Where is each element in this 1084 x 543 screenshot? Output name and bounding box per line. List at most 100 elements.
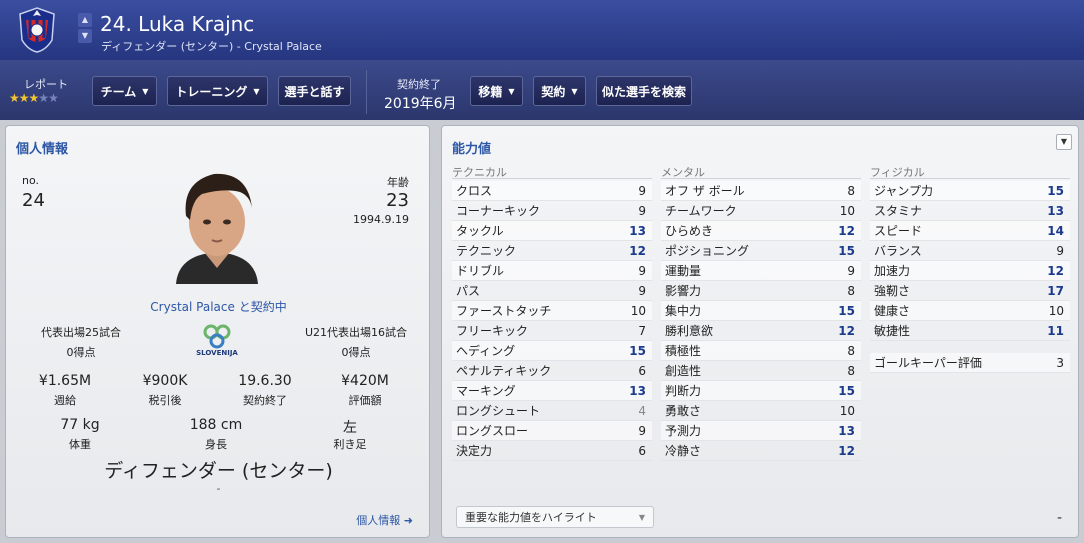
attribute-value: 8 <box>847 363 855 378</box>
technical-attribute-row[interactable]: フリーキック 7 <box>452 321 652 341</box>
physical-attribute-row[interactable]: スタミナ 13 <box>870 201 1070 221</box>
attribute-name: ロングスロー <box>456 424 529 438</box>
toolbar-divider <box>366 70 367 114</box>
technical-attribute-row[interactable]: ドリブル 9 <box>452 261 652 281</box>
chevron-down-icon: ▼ <box>638 512 645 522</box>
mental-attribute-row[interactable]: 運動量 9 <box>661 261 861 281</box>
number-label: no. <box>22 174 40 187</box>
attribute-name: 健康さ <box>874 304 911 318</box>
technical-attribute-row[interactable]: コーナーキック 9 <box>452 201 652 221</box>
technical-attribute-row[interactable]: テクニック 12 <box>452 241 652 261</box>
attribute-name: 運動量 <box>665 264 702 278</box>
mental-attribute-row[interactable]: オフ ザ ボール 8 <box>661 181 861 201</box>
attribute-name: ヘディング <box>456 344 516 358</box>
report-stars[interactable]: ★★★★★ <box>9 91 59 105</box>
transfer-menu-button[interactable]: 移籍 ▼ <box>470 76 523 106</box>
attribute-value: 12 <box>838 323 855 338</box>
previous-player-button[interactable]: ▲ <box>78 13 92 27</box>
weight-label: 体重 <box>69 438 91 451</box>
technical-attribute-row[interactable]: ロングシュート 4 <box>452 401 652 421</box>
mental-attribute-row[interactable]: ポジショニング 15 <box>661 241 861 261</box>
physical-heading: フィジカル <box>870 164 1070 179</box>
attribute-value: 15 <box>838 383 855 398</box>
country-name: SLOVENIJA <box>196 349 238 357</box>
mental-attribute-row[interactable]: 勝利意欲 12 <box>661 321 861 341</box>
technical-attribute-row[interactable]: タックル 13 <box>452 221 652 241</box>
attribute-value: 9 <box>847 263 855 278</box>
slovenia-badge-icon: SLOVENIJA <box>196 324 238 357</box>
contract-menu-label: 契約 <box>541 84 566 99</box>
next-player-button[interactable]: ▼ <box>78 29 92 43</box>
technical-attribute-row[interactable]: ヘディング 15 <box>452 341 652 361</box>
mental-attribute-row[interactable]: 判断力 15 <box>661 381 861 401</box>
technical-column: テクニカル クロス 9 コーナーキック 9 タックル 13 テクニック 12 ドリブル 9 パス 9 フ… <box>452 164 652 461</box>
mental-heading: メンタル <box>661 164 861 179</box>
attribute-name: 判断力 <box>665 384 702 398</box>
attribute-name: 勝利意欲 <box>665 324 714 338</box>
talk-to-player-button[interactable]: 選手と話す <box>278 76 351 106</box>
attribute-name: 集中力 <box>665 304 702 318</box>
mental-attribute-row[interactable]: ひらめき 12 <box>661 221 861 241</box>
height-label: 身長 <box>205 438 227 451</box>
technical-attribute-row[interactable]: マーキング 13 <box>452 381 652 401</box>
technical-attribute-row[interactable]: ファーストタッチ 10 <box>452 301 652 321</box>
mental-attribute-row[interactable]: 積極性 8 <box>661 341 861 361</box>
mental-attribute-row[interactable]: 予測力 13 <box>661 421 861 441</box>
mental-attribute-row[interactable]: 冷静さ 12 <box>661 441 861 461</box>
technical-attribute-row[interactable]: パス 9 <box>452 281 652 301</box>
player-title: 24. Luka Krajnc <box>100 12 255 36</box>
physical-attribute-row[interactable]: 強靭さ 17 <box>870 281 1070 301</box>
team-menu-label: チーム <box>100 84 137 99</box>
mental-attribute-row[interactable]: チームワーク 10 <box>661 201 861 221</box>
attribute-name: ひらめき <box>665 224 714 238</box>
physical-attribute-row[interactable]: バランス 9 <box>870 241 1070 261</box>
national-goals: 0得点 <box>66 346 96 359</box>
highlight-attributes-select[interactable]: 重要な能力値をハイライト ▼ <box>456 506 654 528</box>
technical-attribute-row[interactable]: ロングスロー 9 <box>452 421 652 441</box>
mental-attribute-row[interactable]: 創造性 8 <box>661 361 861 381</box>
attribute-name: スピード <box>874 224 923 238</box>
chevron-down-icon: ▼ <box>142 86 149 96</box>
physical-attribute-row[interactable]: 健康さ 10 <box>870 301 1070 321</box>
technical-rows: クロス 9 コーナーキック 9 タックル 13 テクニック 12 ドリブル 9 パス 9 ファーストタッ… <box>452 181 652 461</box>
attribute-value: 10 <box>630 303 646 318</box>
weight-value: 77 kg <box>60 417 100 433</box>
physical-attribute-row[interactable]: スピード 14 <box>870 221 1070 241</box>
club-crest-icon <box>19 7 55 53</box>
date-of-birth: 1994.9.19 <box>353 213 409 226</box>
technical-attribute-row[interactable]: クロス 9 <box>452 181 652 201</box>
club-contract-link[interactable]: Crystal Palace と契約中 <box>6 298 431 315</box>
attribute-value: 15 <box>629 343 646 358</box>
chevron-down-icon: ▼ <box>508 86 515 96</box>
attribute-name: ファーストタッチ <box>456 304 552 318</box>
attribute-name: テクニック <box>456 244 517 258</box>
physical-column: フィジカル ジャンプ力 15 スタミナ 13 スピード 14 バランス 9 加速力 12 強靭さ 17… <box>870 164 1070 373</box>
mental-attribute-row[interactable]: 集中力 15 <box>661 301 861 321</box>
star-empty-icon: ★ <box>48 91 59 105</box>
preferred-foot-label: 利き足 <box>333 438 367 451</box>
national-caps: 代表出場25試合 <box>41 326 121 339</box>
attribute-name: 影響力 <box>665 284 702 298</box>
attributes-title: 能力値 <box>452 142 492 157</box>
attribute-value: 13 <box>629 223 646 238</box>
technical-attribute-row[interactable]: 決定力 6 <box>452 441 652 461</box>
attribute-value: 9 <box>638 203 646 218</box>
attribute-value: 13 <box>838 423 855 438</box>
physical-attribute-row[interactable]: 加速力 12 <box>870 261 1070 281</box>
attribute-name: 決定力 <box>456 444 493 458</box>
team-menu-button[interactable]: チーム ▼ <box>92 76 157 106</box>
contract-menu-button[interactable]: 契約 ▼ <box>533 76 586 106</box>
mental-attribute-row[interactable]: 勇敢さ 10 <box>661 401 861 421</box>
physical-attribute-row[interactable]: ジャンプ力 15 <box>870 181 1070 201</box>
find-similar-button[interactable]: 似た選手を検索 <box>596 76 692 106</box>
training-menu-button[interactable]: トレーニング ▼ <box>167 76 268 106</box>
attribute-name: 積極性 <box>665 344 702 358</box>
contract-end-label: 契約終了 <box>397 78 441 91</box>
technical-attribute-row[interactable]: ペナルティキック 6 <box>452 361 652 381</box>
personal-info-link[interactable]: 個人情報 ➜ <box>356 512 413 528</box>
mental-attribute-row[interactable]: 影響力 8 <box>661 281 861 301</box>
panel-menu-button[interactable]: ▼ <box>1056 134 1072 150</box>
physical-attribute-row[interactable]: 敏捷性 11 <box>870 321 1070 341</box>
attribute-name: タックル <box>456 224 504 238</box>
attribute-value: 9 <box>638 263 646 278</box>
